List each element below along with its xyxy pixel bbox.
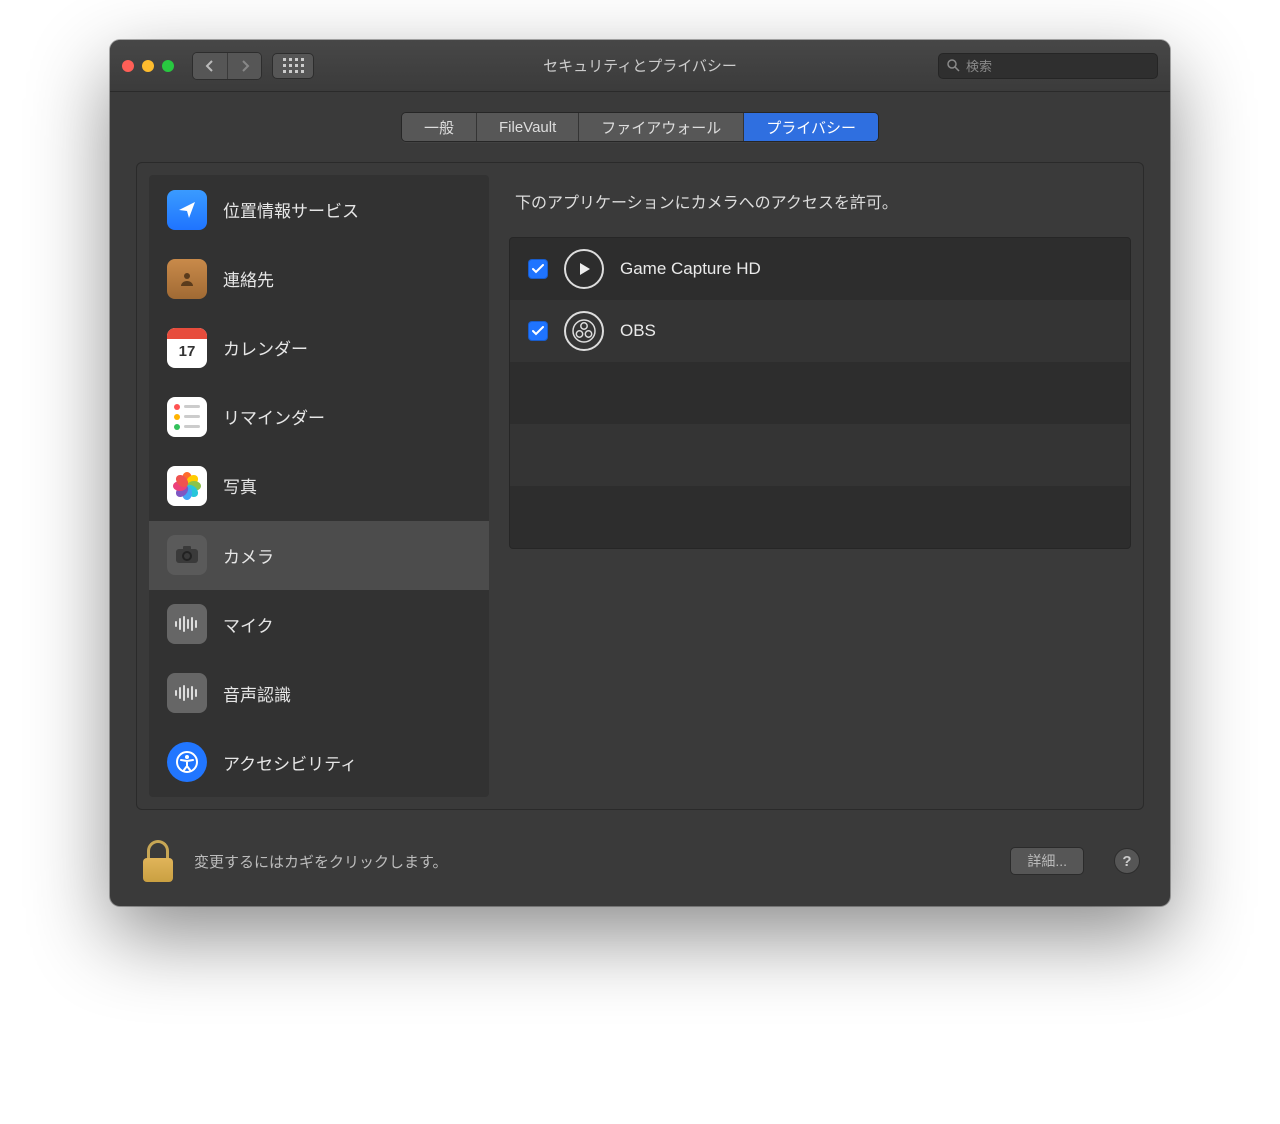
tab-general[interactable]: 一般: [402, 113, 476, 141]
forward-button[interactable]: [227, 53, 261, 79]
sidebar-item-label: 位置情報サービス: [223, 197, 359, 222]
sidebar-item-speech[interactable]: 音声認識: [149, 659, 489, 728]
detail-pane: 下のアプリケーションにカメラへのアクセスを許可。 Game Capture HD: [509, 175, 1131, 797]
camera-icon: [167, 535, 207, 575]
sidebar-item-label: リマインダー: [223, 404, 325, 429]
reminders-icon: [167, 397, 207, 437]
sidebar-item-label: マイク: [223, 612, 274, 637]
sidebar-item-location[interactable]: 位置情報サービス: [149, 175, 489, 244]
app-name: OBS: [620, 321, 656, 341]
traffic-lights: [122, 60, 174, 72]
search-placeholder: 検索: [966, 56, 992, 75]
window-title: セキュリティとプライバシー: [543, 55, 737, 76]
photos-icon: [167, 466, 207, 506]
chevron-left-icon: [205, 60, 215, 72]
tabs-container: 一般 FileVault ファイアウォール プライバシー: [110, 92, 1170, 142]
sidebar-item-label: カメラ: [223, 543, 274, 568]
app-row-empty: [510, 424, 1130, 486]
preferences-window: セキュリティとプライバシー 検索 一般 FileVault ファイアウォール プ…: [110, 40, 1170, 906]
help-button[interactable]: ?: [1114, 848, 1140, 874]
advanced-button[interactable]: 詳細...: [1010, 847, 1084, 875]
checkbox-game-capture[interactable]: [528, 259, 548, 279]
sidebar-item-label: アクセシビリティ: [223, 750, 357, 775]
privacy-sidebar: 位置情報サービス 連絡先 17 カレンダー リマインダー: [149, 175, 489, 797]
sidebar-item-label: 音声認識: [223, 681, 291, 706]
lock-message: 変更するにはカギをクリックします。: [194, 851, 992, 872]
lock-button[interactable]: [140, 840, 176, 882]
close-window-button[interactable]: [122, 60, 134, 72]
app-name: Game Capture HD: [620, 259, 761, 279]
app-row-empty: [510, 486, 1130, 548]
titlebar: セキュリティとプライバシー 検索: [110, 40, 1170, 92]
location-icon: [167, 190, 207, 230]
contacts-icon: [167, 259, 207, 299]
app-row-obs: OBS: [510, 300, 1130, 362]
sidebar-item-camera[interactable]: カメラ: [149, 521, 489, 590]
content-pane: 位置情報サービス 連絡先 17 カレンダー リマインダー: [136, 162, 1144, 810]
search-icon: [947, 59, 960, 72]
app-row-game-capture: Game Capture HD: [510, 238, 1130, 300]
check-icon: [532, 264, 544, 274]
microphone-icon: [167, 604, 207, 644]
sidebar-item-photos[interactable]: 写真: [149, 451, 489, 520]
checkbox-obs[interactable]: [528, 321, 548, 341]
sidebar-item-microphone[interactable]: マイク: [149, 590, 489, 659]
search-field[interactable]: 検索: [938, 53, 1158, 79]
sidebar-item-contacts[interactable]: 連絡先: [149, 244, 489, 313]
calendar-icon: 17: [167, 328, 207, 368]
tabs: 一般 FileVault ファイアウォール プライバシー: [401, 112, 879, 142]
show-all-button[interactable]: [272, 53, 314, 79]
sidebar-item-label: 連絡先: [223, 266, 274, 291]
sidebar-item-reminders[interactable]: リマインダー: [149, 382, 489, 451]
sidebar-item-accessibility[interactable]: アクセシビリティ: [149, 728, 489, 797]
sidebar-item-calendar[interactable]: 17 カレンダー: [149, 313, 489, 382]
chevron-right-icon: [240, 60, 250, 72]
sidebar-item-label: カレンダー: [223, 335, 308, 360]
minimize-window-button[interactable]: [142, 60, 154, 72]
play-icon: [575, 260, 593, 278]
accessibility-icon: [167, 742, 207, 782]
check-icon: [532, 326, 544, 336]
grid-icon: [283, 58, 304, 73]
app-icon-obs: [564, 311, 604, 351]
nav-group: [192, 52, 262, 80]
panel-description: 下のアプリケーションにカメラへのアクセスを許可。: [509, 181, 1131, 237]
speech-recognition-icon: [167, 673, 207, 713]
zoom-window-button[interactable]: [162, 60, 174, 72]
tab-privacy[interactable]: プライバシー: [743, 113, 878, 141]
obs-icon: [571, 318, 597, 344]
footer: 変更するにはカギをクリックします。 詳細... ?: [110, 826, 1170, 906]
tab-firewall[interactable]: ファイアウォール: [578, 113, 743, 141]
back-button[interactable]: [193, 53, 227, 79]
sidebar-item-label: 写真: [223, 473, 257, 498]
tab-filevault[interactable]: FileVault: [476, 113, 578, 141]
app-icon-game-capture: [564, 249, 604, 289]
app-row-empty: [510, 362, 1130, 424]
app-list: Game Capture HD OBS: [509, 237, 1131, 549]
lock-icon: [147, 840, 169, 860]
